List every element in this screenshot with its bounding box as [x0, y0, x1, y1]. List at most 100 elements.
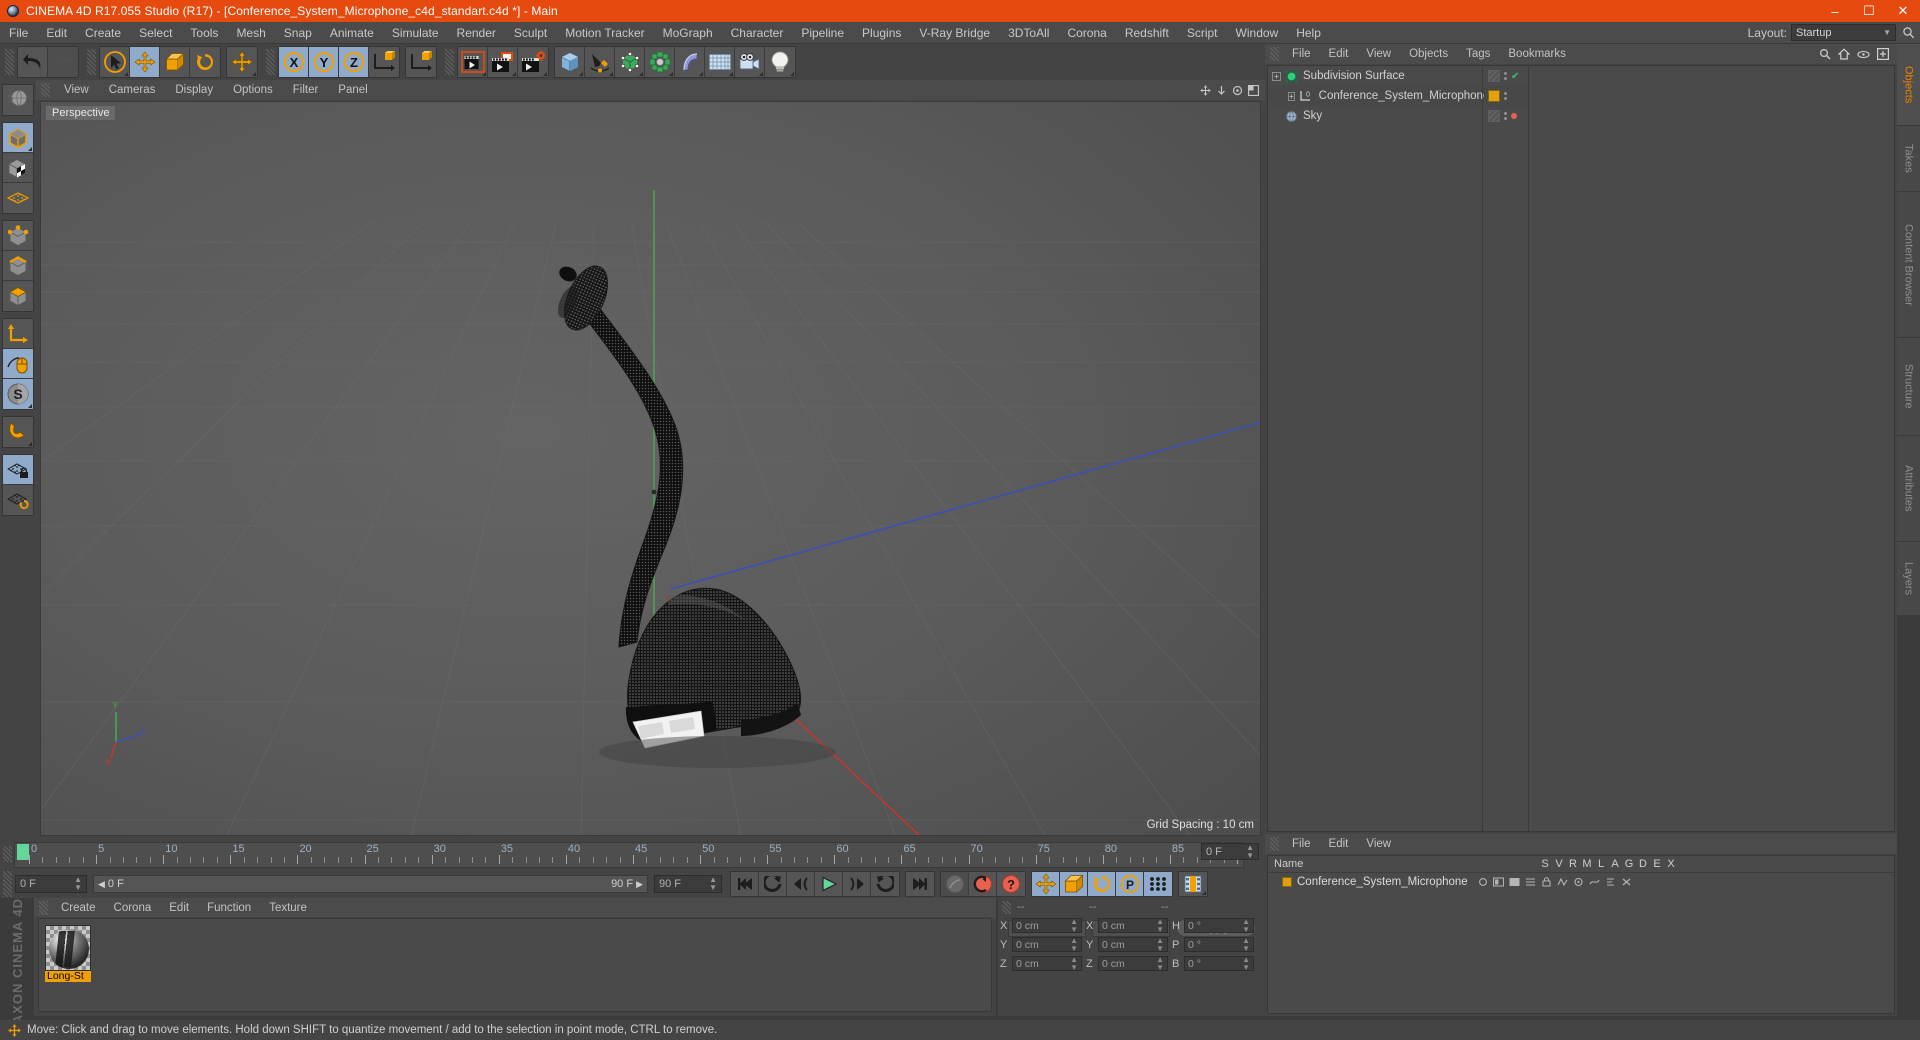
- current-frame-field[interactable]: 0 F ▲ ▼: [15, 875, 87, 893]
- sub-menu-corner-icon[interactable]: [790, 72, 794, 76]
- visibility-dots-icon[interactable]: [1504, 72, 1507, 80]
- sub-menu-corner-icon[interactable]: [512, 72, 516, 76]
- structure-row[interactable]: Conference_System_Microphone: [1268, 873, 1894, 891]
- spinner-icon[interactable]: ▲ ▼: [1242, 936, 1250, 953]
- object-row[interactable]: +0 Conference_System_Microphone: [1268, 86, 1489, 106]
- add-camera-button[interactable]: [735, 47, 765, 77]
- viewport-solo-button[interactable]: [3, 349, 33, 379]
- structure-menu-view[interactable]: View: [1357, 838, 1400, 850]
- toolbar-grip[interactable]: [445, 49, 454, 75]
- play-button[interactable]: [815, 872, 843, 896]
- spinner-icon[interactable]: ▲ ▼: [1156, 955, 1164, 972]
- coord-size-field[interactable]: 0 cm ▲ ▼: [1098, 955, 1168, 972]
- add-bend-deformer-button[interactable]: [675, 47, 705, 77]
- sub-menu-corner-icon[interactable]: [28, 442, 32, 446]
- object-row[interactable]: + Subdivision Surface: [1268, 66, 1482, 86]
- empty-tag-icon[interactable]: [1488, 70, 1500, 82]
- add-light-button[interactable]: [765, 47, 795, 77]
- go-to-start-button[interactable]: [731, 872, 759, 896]
- workplane-rotate-button[interactable]: [3, 485, 33, 515]
- object-tag-column[interactable]: ✔: [1484, 66, 1529, 831]
- range-left-arrow-icon[interactable]: ◀: [98, 879, 105, 890]
- sub-menu-corner-icon[interactable]: [482, 72, 486, 76]
- coord-rotation-field[interactable]: 0 ° ▲ ▼: [1184, 955, 1254, 972]
- render-settings-button[interactable]: [518, 47, 548, 77]
- record-active-objects-button[interactable]: [941, 872, 969, 896]
- sub-menu-corner-icon[interactable]: [252, 72, 256, 76]
- lock-x-axis-button[interactable]: X: [279, 47, 309, 77]
- record-scale-button[interactable]: [1060, 872, 1088, 896]
- lock-y-axis-button[interactable]: Y: [309, 47, 339, 77]
- spinner-icon[interactable]: ▲ ▼: [74, 876, 82, 892]
- spinner-icon[interactable]: ▲ ▼: [1246, 843, 1254, 860]
- object-axis-button[interactable]: [406, 47, 436, 77]
- structure-menu-edit[interactable]: Edit: [1320, 838, 1358, 850]
- sub-menu-corner-icon[interactable]: [669, 72, 673, 76]
- menu-item-create[interactable]: Create: [76, 22, 130, 44]
- menu-item-tools[interactable]: Tools: [181, 22, 227, 44]
- menu-item-animate[interactable]: Animate: [321, 22, 383, 44]
- record-pla-button[interactable]: P: [1116, 872, 1144, 896]
- go-to-next-frame-button[interactable]: [843, 872, 871, 896]
- maximize-button[interactable]: ☐: [1852, 0, 1886, 22]
- enable-snapping-button[interactable]: S: [3, 379, 33, 409]
- structure-column-r[interactable]: R: [1566, 858, 1580, 870]
- object-tag-row[interactable]: [1484, 106, 1528, 126]
- current-frame-marker[interactable]: [17, 844, 29, 860]
- edges-mode-button[interactable]: [3, 251, 33, 281]
- coord-position-field[interactable]: 0 cm ▲ ▼: [1012, 955, 1082, 971]
- sub-menu-corner-icon[interactable]: [609, 72, 613, 76]
- material-menu-texture[interactable]: Texture: [260, 902, 316, 914]
- structure-column-e[interactable]: E: [1650, 858, 1664, 870]
- menu-item-edit[interactable]: Edit: [37, 22, 76, 44]
- menu-item-corona[interactable]: Corona: [1058, 22, 1115, 44]
- menu-item-3dtoall[interactable]: 3DToAll: [999, 22, 1058, 44]
- material-list[interactable]: Long-St: [38, 918, 992, 1012]
- spinner-icon[interactable]: ▲ ▼: [1242, 955, 1250, 972]
- structure-column-v[interactable]: V: [1552, 858, 1566, 870]
- polygons-mode-button[interactable]: [3, 281, 33, 311]
- end-frame-field[interactable]: 90 F ▲ ▼: [654, 875, 722, 893]
- workplane-lock-button[interactable]: [3, 455, 33, 485]
- visibility-dots-icon[interactable]: [1504, 112, 1507, 120]
- object-row[interactable]: Sky: [1268, 106, 1482, 126]
- search-icon[interactable]: [1900, 25, 1916, 41]
- sub-menu-corner-icon[interactable]: [28, 147, 32, 151]
- add-spline-button[interactable]: [585, 47, 615, 77]
- coord-size-field[interactable]: 0 cm ▲ ▼: [1098, 936, 1168, 952]
- world-object-coordinate-button[interactable]: [369, 47, 399, 77]
- timeline-grip[interactable]: [3, 846, 12, 862]
- dock-tab-layers[interactable]: Layers: [1897, 542, 1920, 616]
- viewport-menu-view[interactable]: View: [54, 84, 99, 96]
- search-icon[interactable]: [1819, 48, 1831, 60]
- material-item[interactable]: Long-St: [45, 925, 91, 982]
- menu-item-motion-tracker[interactable]: Motion Tracker: [556, 22, 653, 44]
- material-menu-function[interactable]: Function: [198, 902, 260, 914]
- object-menu-view[interactable]: View: [1357, 48, 1400, 60]
- viewport-menu-filter[interactable]: Filter: [283, 84, 329, 96]
- record-rotation-button[interactable]: [1088, 872, 1116, 896]
- minimize-button[interactable]: –: [1818, 0, 1852, 22]
- material-menu-corona[interactable]: Corona: [105, 902, 161, 914]
- toolbar-grip[interactable]: [266, 49, 275, 75]
- record-position-button[interactable]: [1032, 872, 1060, 896]
- timeline-ruler[interactable]: 051015202530354045505560657075808590: [14, 842, 1251, 868]
- layout-select[interactable]: Startup ▼: [1791, 24, 1896, 41]
- add-nurbs-button[interactable]: [615, 47, 645, 77]
- keyframe-selection-button[interactable]: ?: [997, 872, 1025, 896]
- structure-column-x[interactable]: X: [1664, 858, 1678, 870]
- menu-item-snap[interactable]: Snap: [275, 22, 321, 44]
- menu-item-redshift[interactable]: Redshift: [1116, 22, 1178, 44]
- autokeying-button[interactable]: [969, 872, 997, 896]
- dock-tab-takes[interactable]: Takes: [1897, 126, 1920, 192]
- menu-item-help[interactable]: Help: [1287, 22, 1330, 44]
- viewport-menu-cameras[interactable]: Cameras: [99, 84, 166, 96]
- spinner-icon[interactable]: ▲ ▼: [1070, 917, 1078, 934]
- empty-tag-icon[interactable]: [1488, 110, 1500, 122]
- undo-button[interactable]: [18, 47, 48, 77]
- structure-menu-file[interactable]: File: [1283, 838, 1320, 850]
- viewport-menu-grip[interactable]: [41, 83, 50, 97]
- visibility-red-dot-icon[interactable]: [1511, 113, 1517, 119]
- scale-tool[interactable]: [160, 47, 190, 77]
- eye-icon[interactable]: [1857, 50, 1870, 59]
